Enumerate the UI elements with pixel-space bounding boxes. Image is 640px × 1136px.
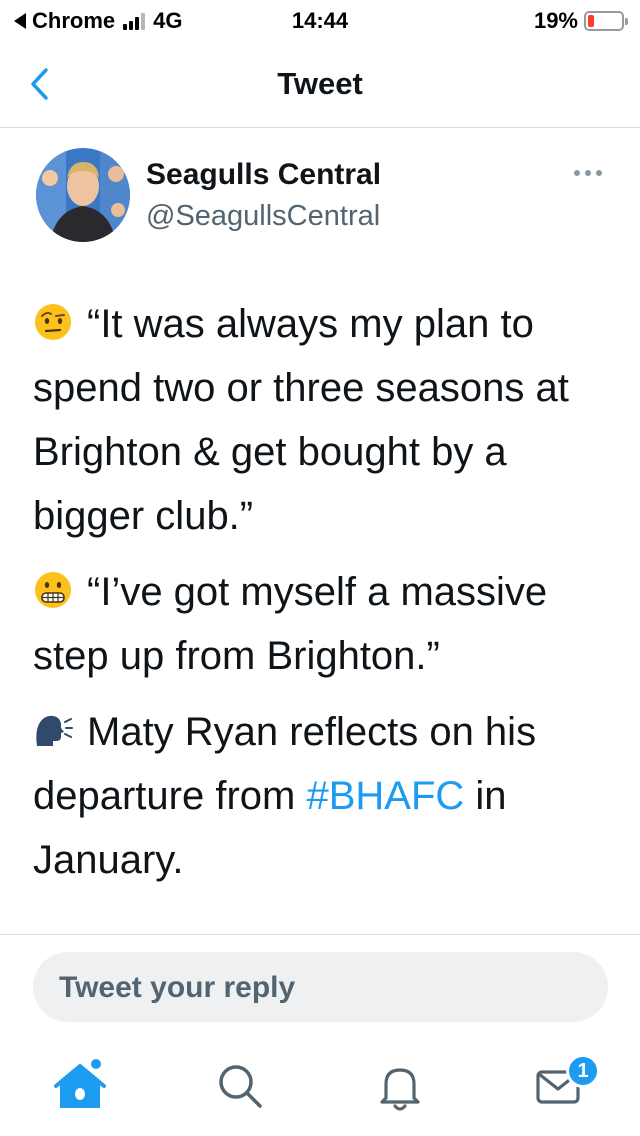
divider [0, 934, 640, 935]
tweet-paragraph: “It was always my plan to spend two or t… [33, 292, 613, 548]
battery-percent: 19% [533, 8, 578, 33]
avatar[interactable] [36, 148, 130, 242]
tweet-author: Seagulls Central @SeagullsCentral [36, 148, 606, 248]
paragraph-text: “I’ve got myself a massive step up from … [33, 570, 548, 678]
raised-eyebrow-emoji [35, 304, 71, 340]
status-right: 19% [533, 8, 628, 34]
speaking-head-emoji [36, 715, 73, 746]
more-options-icon[interactable] [574, 170, 602, 176]
home-icon[interactable] [52, 1058, 108, 1114]
tweet-paragraph: Maty Ryan reflects on his departure from… [33, 700, 613, 892]
page-title: Tweet [277, 66, 363, 101]
battery-level [588, 15, 594, 27]
status-bar: Chrome 4G 14:44 19% [0, 0, 640, 42]
hashtag-link[interactable]: #BHAFC [306, 774, 464, 818]
grimacing-face-emoji [35, 572, 71, 608]
avatar-image [36, 148, 130, 242]
author-handle[interactable]: @SeagullsCentral [146, 200, 380, 233]
nav-header: Tweet [0, 42, 640, 128]
reply-input[interactable]: Tweet your reply [33, 952, 608, 1022]
tweet-text: “It was always my plan to spend two or t… [33, 292, 613, 904]
battery-icon [584, 11, 628, 31]
tab-bar: 1 [0, 1040, 640, 1136]
tweet-paragraph: “I’ve got myself a massive step up from … [33, 560, 613, 688]
paragraph-text: “It was always my plan to spend two or t… [33, 302, 569, 538]
battery-cap [625, 18, 628, 25]
author-name[interactable]: Seagulls Central [146, 158, 381, 192]
search-icon[interactable] [212, 1058, 268, 1114]
bell-icon[interactable] [372, 1058, 428, 1114]
messages-badge: 1 [566, 1054, 600, 1088]
reply-placeholder: Tweet your reply [59, 971, 296, 1004]
